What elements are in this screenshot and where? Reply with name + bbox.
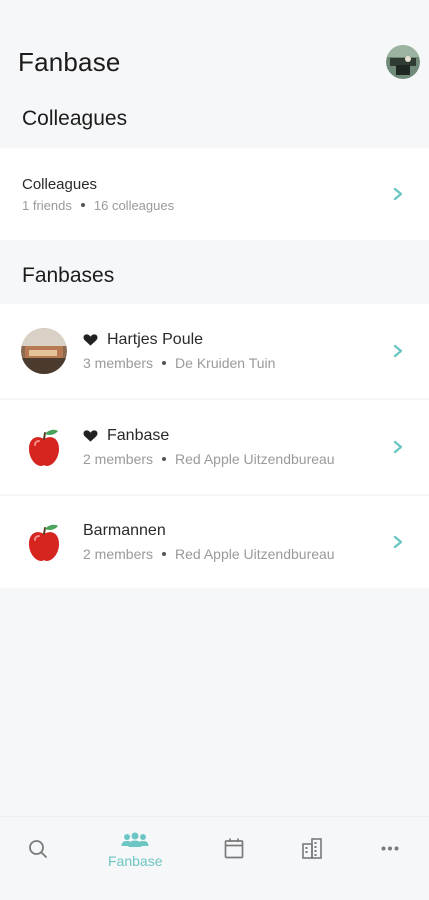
organization-name: Red Apple Uitzendbureau (175, 451, 335, 467)
chevron-right-icon (393, 535, 403, 549)
members-count: 2 members (83, 546, 154, 562)
more-icon (381, 846, 399, 851)
profile-photo-icon (386, 45, 420, 79)
photo-avatar-icon (21, 328, 67, 374)
fanbase-title: Barmannen (83, 522, 335, 540)
colleagues-count: 16 colleagues (93, 197, 175, 213)
chevron-right-icon (393, 187, 403, 201)
fanbase-subtitle: 2 members Red Apple Uitzendbureau (83, 451, 335, 467)
fanbase-list-item[interactable]: Hartjes Poule 3 members De Kruiden Tuin (0, 304, 429, 398)
calendar-icon (224, 838, 244, 859)
fanbase-title: Fanbase (83, 427, 335, 445)
fanbase-subtitle: 2 members Red Apple Uitzendbureau (83, 546, 335, 562)
fanbase-title: Hartjes Poule (83, 331, 275, 349)
colleagues-section-title: Colleagues (22, 107, 128, 130)
heart-icon (83, 334, 98, 346)
separator-dot (162, 457, 167, 461)
nav-search[interactable] (28, 839, 48, 859)
chevron-right-icon (393, 440, 403, 454)
apple-icon (29, 429, 59, 466)
organization-name: Red Apple Uitzendbureau (175, 546, 335, 562)
colleagues-row-subtitle: 1 friends 16 colleagues (22, 198, 174, 213)
fanbase-name: Hartjes Poule (107, 331, 204, 348)
apple-icon (29, 524, 59, 561)
separator-dot (162, 361, 167, 365)
separator-dot (80, 203, 85, 207)
people-icon (121, 832, 149, 847)
fanbase-name: Fanbase (107, 427, 170, 444)
fanbase-text: Fanbase 2 members Red Apple Uitzendburea… (83, 427, 335, 467)
nav-more[interactable] (381, 846, 399, 851)
profile-avatar[interactable] (386, 45, 420, 79)
chevron-right-icon (393, 344, 403, 358)
nav-fanbase[interactable]: Fanbase (108, 832, 162, 869)
members-count: 3 members (83, 355, 154, 371)
building-icon (302, 838, 322, 859)
fanbase-text: Barmannen 2 members Red Apple Uitzendbur… (83, 522, 335, 562)
fanbase-screen: Fanbase Colleagues Colleagues 1 friends … (0, 0, 429, 900)
fanbase-photo-avatar (21, 328, 67, 374)
search-icon (29, 840, 47, 858)
nav-organizations[interactable] (302, 838, 322, 859)
fanbase-list-item[interactable]: Fanbase 2 members Red Apple Uitzendburea… (0, 400, 429, 494)
fanbase-text: Hartjes Poule 3 members De Kruiden Tuin (83, 331, 275, 371)
friends-count: 1 friends (22, 197, 72, 213)
nav-calendar[interactable] (224, 838, 244, 859)
bottom-nav: Fanbase (0, 816, 429, 900)
separator-dot (162, 552, 167, 556)
fanbases-section-title: Fanbases (22, 264, 115, 287)
members-count: 2 members (83, 451, 154, 467)
heart-icon (83, 430, 98, 442)
page-title: Fanbase (18, 46, 121, 77)
colleagues-row-title: Colleagues (22, 175, 98, 193)
fanbase-name: Barmannen (83, 522, 166, 539)
fanbase-list-item[interactable]: Barmannen 2 members Red Apple Uitzendbur… (0, 496, 429, 588)
colleagues-row[interactable]: Colleagues 1 friends 16 colleagues (0, 148, 429, 240)
fanbase-subtitle: 3 members De Kruiden Tuin (83, 355, 275, 371)
colleagues-row-text: Colleagues 1 friends 16 colleagues (22, 176, 174, 213)
nav-fanbase-label: Fanbase (108, 853, 163, 869)
header: Fanbase (18, 40, 421, 84)
organization-name: De Kruiden Tuin (175, 355, 276, 371)
